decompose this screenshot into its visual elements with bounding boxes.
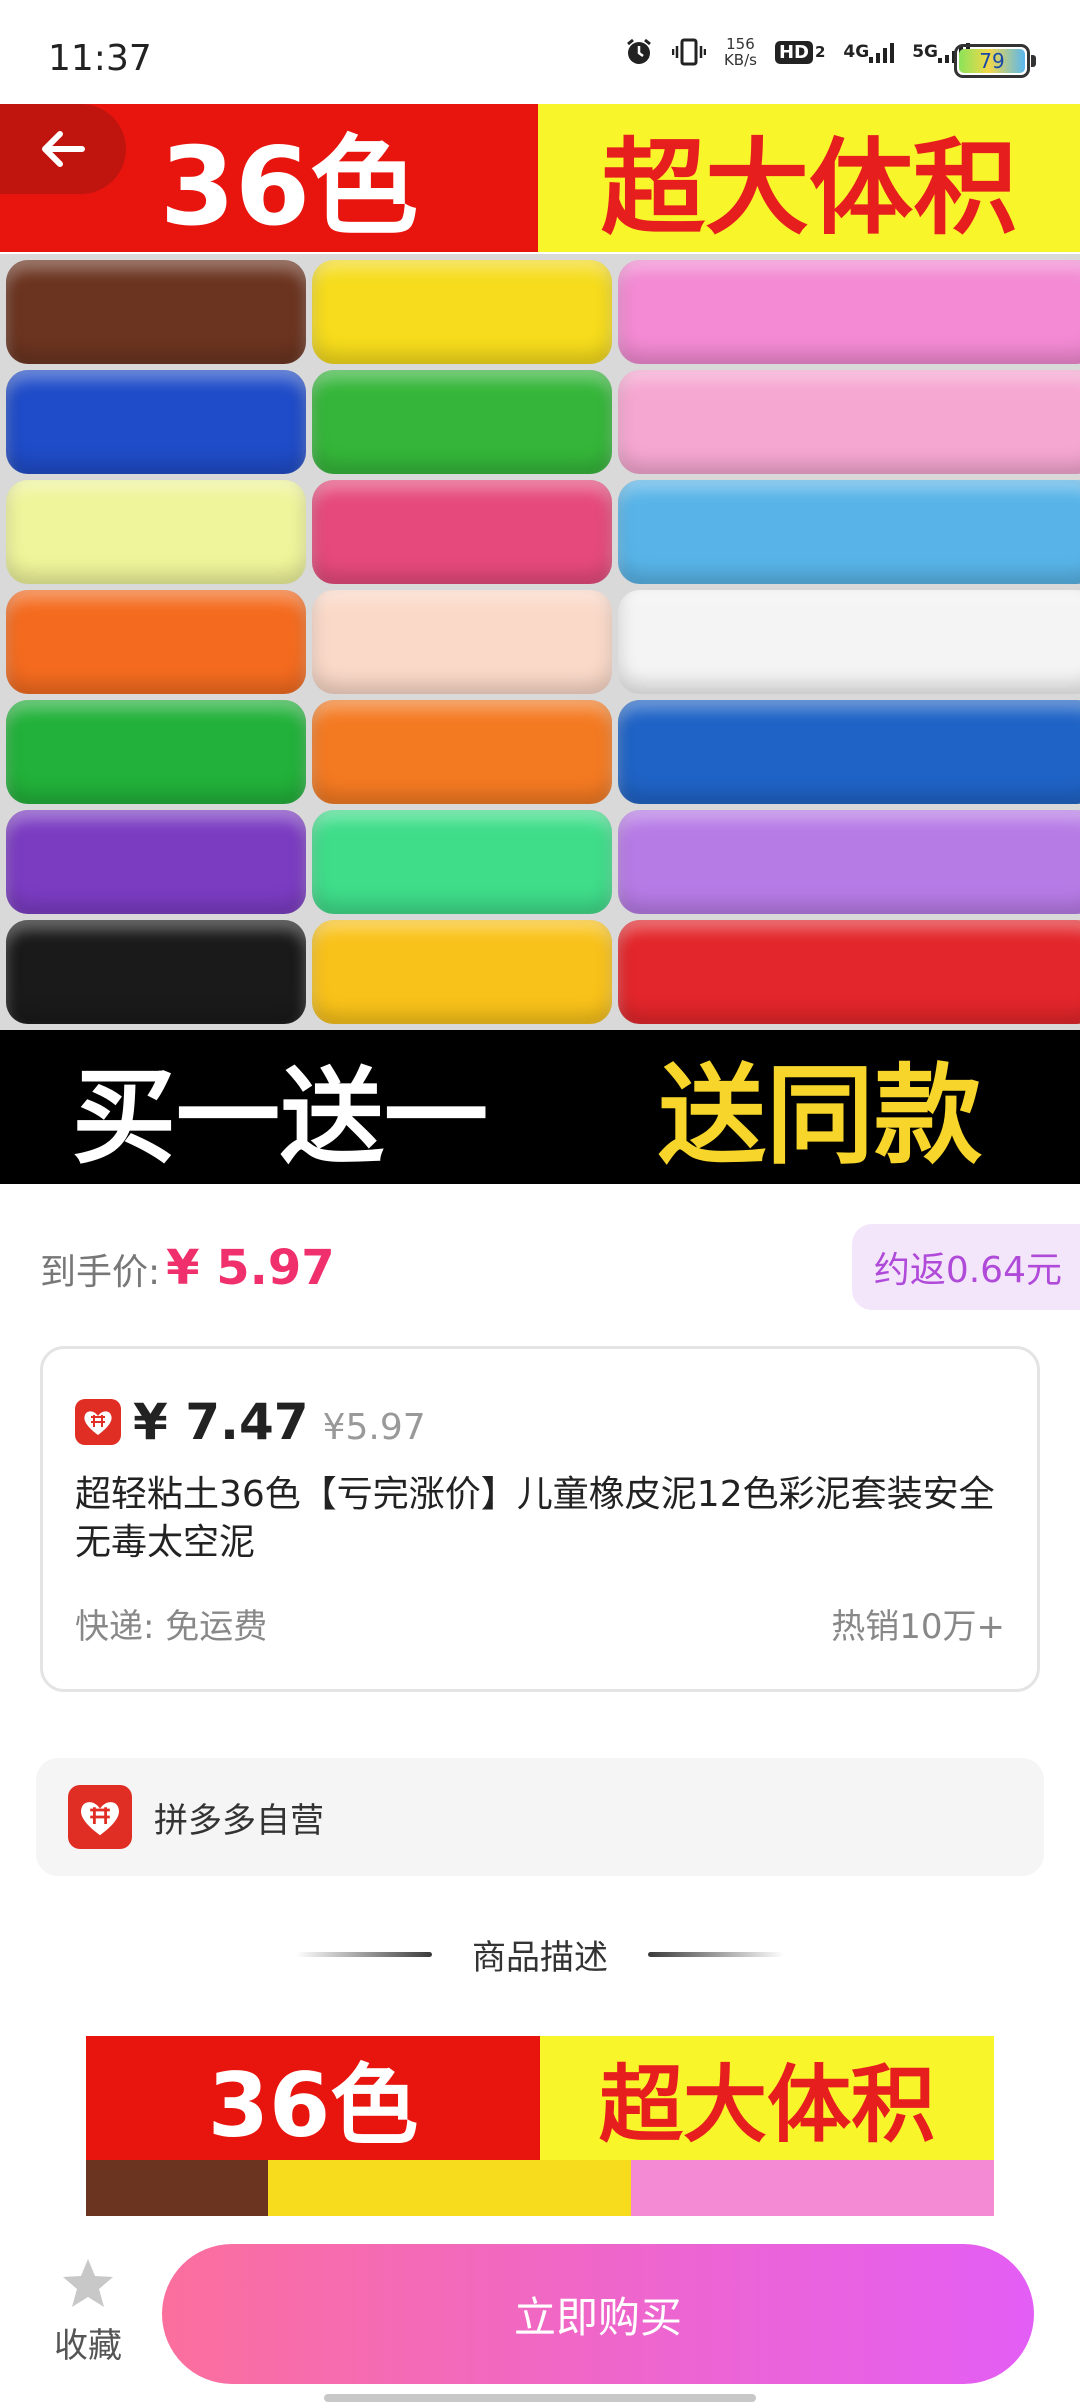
clay-packs [0, 254, 1080, 1030]
alarm-icon [624, 37, 654, 67]
store-name: 拼多多自营 [154, 1800, 324, 1841]
status-bar: 11:37 156 KB/s HD 2 4G 5G 79 [0, 0, 1080, 104]
final-price-label: 到手价: [40, 1252, 161, 1293]
heading-divider-left [296, 1952, 432, 1957]
clay-pack [6, 590, 306, 694]
store-row[interactable]: 拼多多自营 [36, 1758, 1044, 1876]
status-time: 11:37 [48, 38, 152, 79]
clay-pack [618, 370, 1080, 474]
bottom-action-bar: 收藏 立即购买 [0, 2216, 1080, 2408]
clay-pack [6, 810, 306, 914]
product-title: 超轻粘土36色【亏完涨价】儿童橡皮泥12色彩泥套装安全无毒太空泥 [75, 1474, 995, 1563]
clay-pack [6, 370, 306, 474]
clay-pack [618, 480, 1080, 584]
pinduoduo-logo-icon [75, 1399, 121, 1445]
hero-bottom-banner: 买一送一 送同款 [0, 1030, 1080, 1184]
product-card[interactable]: ¥ 7.47 ¥5.97 超轻粘土36色【亏完涨价】儿童橡皮泥12色彩泥套装安全… [40, 1346, 1040, 1692]
net-4g-label: 4G [843, 42, 870, 62]
final-price: 到手价: ¥ 5.97 [40, 1240, 335, 1296]
desc-volume-text: 超大体积 [540, 2036, 994, 2160]
product-price: ¥ 7.47 [133, 1393, 309, 1451]
network-speed-unit: KB/s [723, 51, 757, 69]
clay-pack [6, 480, 306, 584]
desc-clay-strip [86, 2160, 994, 2216]
back-button[interactable] [0, 104, 126, 194]
hero-gift-text: 送同款 [657, 1054, 982, 1179]
heading-divider-right [648, 1952, 784, 1957]
final-price-value: ¥ 5.97 [166, 1240, 335, 1296]
clay-pack [6, 920, 306, 1024]
clay-pack [6, 260, 306, 364]
desc-color-count: 36色 [86, 2036, 540, 2160]
hd-label: HD [774, 40, 813, 64]
clay-pack [312, 480, 612, 584]
product-image[interactable]: 36色 超大体积 买一送一 送同款 [0, 104, 1080, 1184]
clay-pack [312, 370, 612, 474]
description-heading: 商品描述 [0, 1930, 1080, 1979]
clay-pack [618, 920, 1080, 1024]
battery-icon: 79 [954, 44, 1036, 78]
clay-pack [312, 590, 612, 694]
hero-volume-text: 超大体积 [538, 104, 1080, 252]
clay-pack [6, 700, 306, 804]
desc-clay-pack [449, 2160, 631, 2216]
battery-level: 79 [959, 49, 1025, 73]
back-arrow-icon [42, 131, 85, 167]
network-speed: 156 KB/s [724, 36, 757, 68]
favorite-button[interactable]: 收藏 [40, 2256, 136, 2367]
description-image[interactable]: 36色 超大体积 [86, 2036, 994, 2216]
status-icons: 156 KB/s HD 2 4G 5G [624, 36, 970, 68]
desc-clay-pack [86, 2160, 268, 2216]
sales-count: 热销10万+ [831, 1607, 1005, 1647]
desc-clay-pack [812, 2160, 994, 2216]
rebate-badge: 约返0.64元 [851, 1224, 1080, 1310]
home-indicator[interactable] [324, 2394, 756, 2402]
favorite-label: 收藏 [54, 2326, 122, 2366]
clay-pack [312, 260, 612, 364]
desc-clay-pack [267, 2160, 450, 2216]
clay-pack [618, 700, 1080, 804]
star-icon [63, 2259, 113, 2307]
clay-pack [312, 700, 612, 804]
clay-pack [618, 590, 1080, 694]
hero-top-banner: 36色 超大体积 [0, 104, 1080, 252]
hd-icon: HD 2 [774, 40, 826, 64]
vibrate-icon [671, 37, 706, 67]
hd-sub: 2 [814, 43, 826, 61]
shipping-info: 快递: 免运费 [75, 1607, 268, 1647]
clay-pack [312, 920, 612, 1024]
desc-clay-pack [630, 2160, 813, 2216]
net-5g-label: 5G [912, 42, 938, 62]
store-logo-icon [68, 1785, 132, 1849]
buy-now-button[interactable]: 立即购买 [162, 2244, 1034, 2384]
clay-pack [618, 260, 1080, 364]
hero-promo-text: 买一送一 [71, 1055, 488, 1178]
section-title: 商品描述 [472, 1938, 608, 1978]
product-old-price: ¥5.97 [322, 1407, 426, 1448]
clay-pack [312, 810, 612, 914]
clay-pack [618, 810, 1080, 914]
network-speed-value: 156 [726, 35, 755, 53]
signal-4g-icon: 4G [843, 41, 895, 63]
